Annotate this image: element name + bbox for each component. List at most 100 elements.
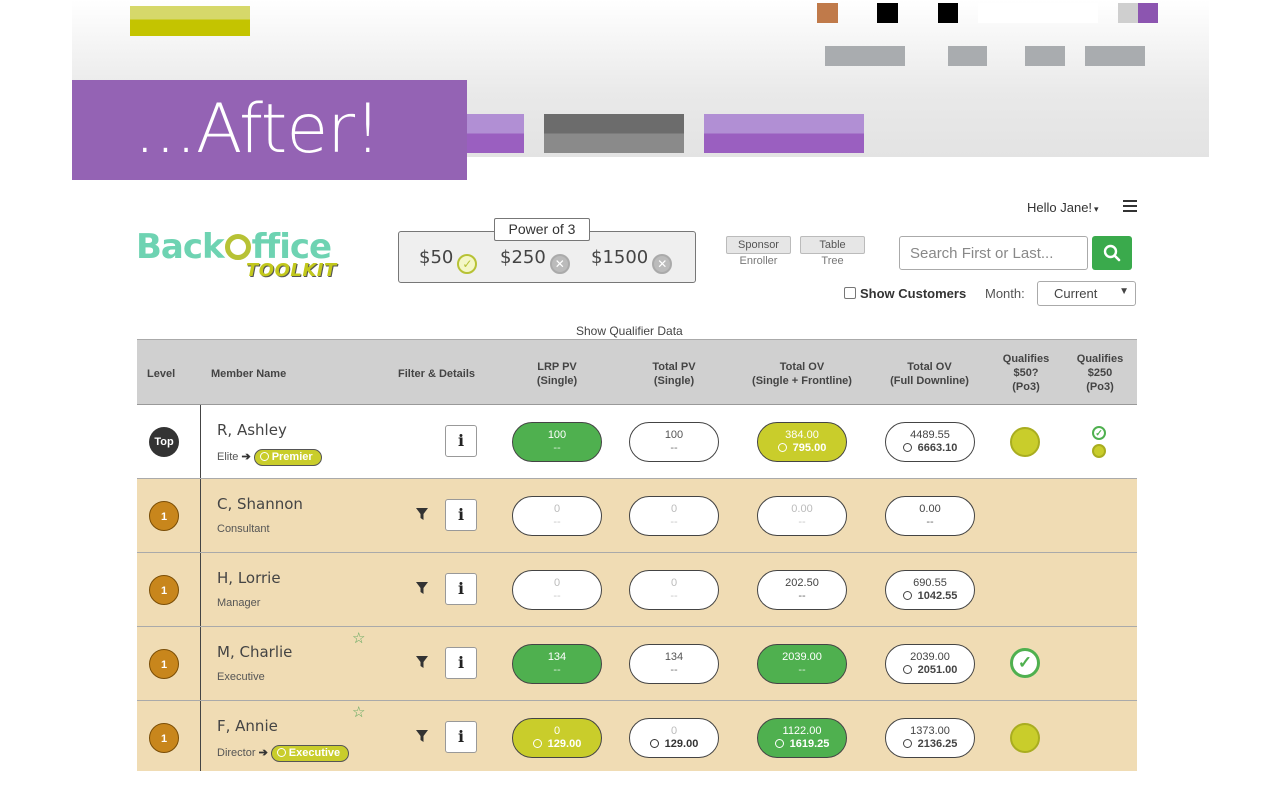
show-customers-checkbox[interactable]: Show Customers <box>844 286 966 301</box>
after-overlay-label: ...After! <box>72 80 467 180</box>
funnel-icon[interactable] <box>415 729 429 743</box>
member-name[interactable]: C, Shannon <box>217 495 303 513</box>
table-row: 1 C, Shannon Consultant i 0 -- 0 -- 0.00 --… <box>137 479 1137 553</box>
level-badge: 1 <box>149 723 179 753</box>
col-qualifies-50: Qualifies $50? (Po3) <box>1002 353 1050 393</box>
member-name[interactable]: M, Charlie <box>217 643 292 661</box>
info-button[interactable]: i <box>445 573 477 605</box>
clock-icon <box>276 748 286 757</box>
tree-line <box>200 627 201 700</box>
member-rank: Executive <box>217 671 265 683</box>
banner-blur-block <box>704 114 864 153</box>
total-pv-pill: 0 -- <box>629 496 719 536</box>
total-ov-frontline-pill: 384.00 795.00 <box>757 422 847 462</box>
member-rank: Elite ➔ Premier <box>217 449 322 466</box>
table-view-button[interactable]: Table <box>800 236 865 254</box>
month-label: Month: <box>985 286 1025 301</box>
total-ov-downline-pill: 0.00 -- <box>885 496 975 536</box>
checkbox[interactable] <box>844 287 856 299</box>
funnel-icon[interactable] <box>415 507 429 521</box>
banner-blur-block <box>467 114 524 153</box>
banner-blur-block <box>825 46 905 66</box>
banner-logo-blur <box>130 6 250 36</box>
show-customers-label: Show Customers <box>860 286 967 301</box>
clock-icon <box>532 739 542 748</box>
sponsor-view-button[interactable]: Sponsor <box>726 236 791 254</box>
member-name[interactable]: F, Annie <box>217 717 278 735</box>
member-name[interactable]: R, Ashley <box>217 421 287 439</box>
total-pv-pill: 134 -- <box>629 644 719 684</box>
total-ov-downline-pill: 4489.55 6663.10 <box>885 422 975 462</box>
col-level: Level <box>147 368 176 380</box>
member-rank: Consultant <box>217 523 270 535</box>
star-icon[interactable]: ☆ <box>352 703 365 721</box>
backoffice-toolkit-logo[interactable]: Back ffice TOOLKIT <box>136 228 346 288</box>
col-member-name: Member Name <box>211 368 287 380</box>
month-select[interactable]: Current ▼ <box>1037 281 1136 306</box>
total-ov-downline-pill: 2039.00 2051.00 <box>885 644 975 684</box>
tree-view-label[interactable]: Tree <box>800 255 865 267</box>
funnel-icon[interactable] <box>415 655 429 669</box>
funnel-icon[interactable] <box>415 581 429 595</box>
banner-blur-block <box>948 46 987 66</box>
banner-blur-block <box>877 3 898 23</box>
power-of-3-title: Power of 3 <box>494 218 590 241</box>
star-icon[interactable]: ☆ <box>352 629 365 647</box>
search-input[interactable]: Search First or Last... <box>899 236 1088 270</box>
greeting-text: Hello Jane! <box>1027 200 1093 215</box>
enroller-view-label[interactable]: Enroller <box>726 255 791 267</box>
info-button[interactable]: i <box>445 647 477 679</box>
show-qualifier-data-link[interactable]: Show Qualifier Data <box>576 324 683 338</box>
col-filter-details: Filter & Details <box>398 368 476 380</box>
banner-blur-block <box>544 114 684 153</box>
banner-blur-block <box>1025 46 1065 66</box>
logo-ring-icon <box>224 234 251 260</box>
banner-blur-block <box>817 3 838 23</box>
table-header: Level Member Name Filter & Details LRP P… <box>137 339 1137 405</box>
clock-icon <box>649 739 659 748</box>
lrp-pv-pill: 0 129.00 <box>512 718 602 758</box>
tier-1500: $1500 ✕ <box>591 247 673 274</box>
total-ov-frontline-pill: 1122.00 1619.25 <box>757 718 847 758</box>
logo-text-toolkit: TOOLKIT <box>246 260 337 281</box>
promotion-badge: Premier <box>253 449 322 466</box>
user-greeting-menu[interactable]: Hello Jane! ▾ <box>1027 200 1099 215</box>
tree-line <box>200 701 201 771</box>
x-circle-icon: ✕ <box>549 254 570 274</box>
banner-blur-block <box>978 3 1098 23</box>
col-qualifies-250: Qualifies $250 (Po3) <box>1076 353 1124 393</box>
level-badge: 1 <box>149 501 179 531</box>
col-total-ov-downline: Total OV (Full Downline) <box>890 361 969 387</box>
search-button[interactable] <box>1092 236 1132 270</box>
arrow-right-icon: ➔ <box>241 451 251 463</box>
hamburger-icon[interactable] <box>1123 200 1137 212</box>
qualifies-50-pending-icon <box>1010 427 1040 457</box>
lrp-pv-pill: 134 -- <box>512 644 602 684</box>
tier-250-label: $250 <box>500 247 546 268</box>
promotion-badge: Executive <box>270 745 350 762</box>
banner-blur-block <box>1118 3 1138 23</box>
check-circle-icon: ✓ <box>1092 426 1106 440</box>
info-button[interactable]: i <box>445 721 477 753</box>
lrp-pv-pill: 100 -- <box>512 422 602 462</box>
clock-icon <box>902 739 912 748</box>
member-rank: Director ➔ Executive <box>217 745 350 762</box>
info-button[interactable]: i <box>445 499 477 531</box>
clock-icon <box>902 591 912 600</box>
lrp-pv-pill: 0 -- <box>512 496 602 536</box>
col-total-pv: Total PV (Single) <box>652 361 696 387</box>
qualifies-50-pending-icon <box>1010 723 1040 753</box>
col-lrp-pv: LRP PV (Single) <box>536 361 578 387</box>
clock-icon <box>777 443 787 452</box>
tree-line <box>200 405 201 478</box>
member-name[interactable]: H, Lorrie <box>217 569 281 587</box>
caret-down-icon: ▾ <box>1094 204 1099 214</box>
table-row: 1 ☆ F, Annie Director ➔ Executive i 0 129.… <box>137 701 1137 771</box>
banner-blur-block <box>1138 3 1158 23</box>
table-row: 1 ☆ M, Charlie Executive i 134 -- 134 -- 2… <box>137 627 1137 701</box>
clock-icon <box>774 739 784 748</box>
col-total-ov-frontline: Total OV (Single + Frontline) <box>752 361 852 387</box>
info-button[interactable]: i <box>445 425 477 457</box>
clock-icon <box>902 665 912 674</box>
tier-50-label: $50 <box>419 247 454 268</box>
